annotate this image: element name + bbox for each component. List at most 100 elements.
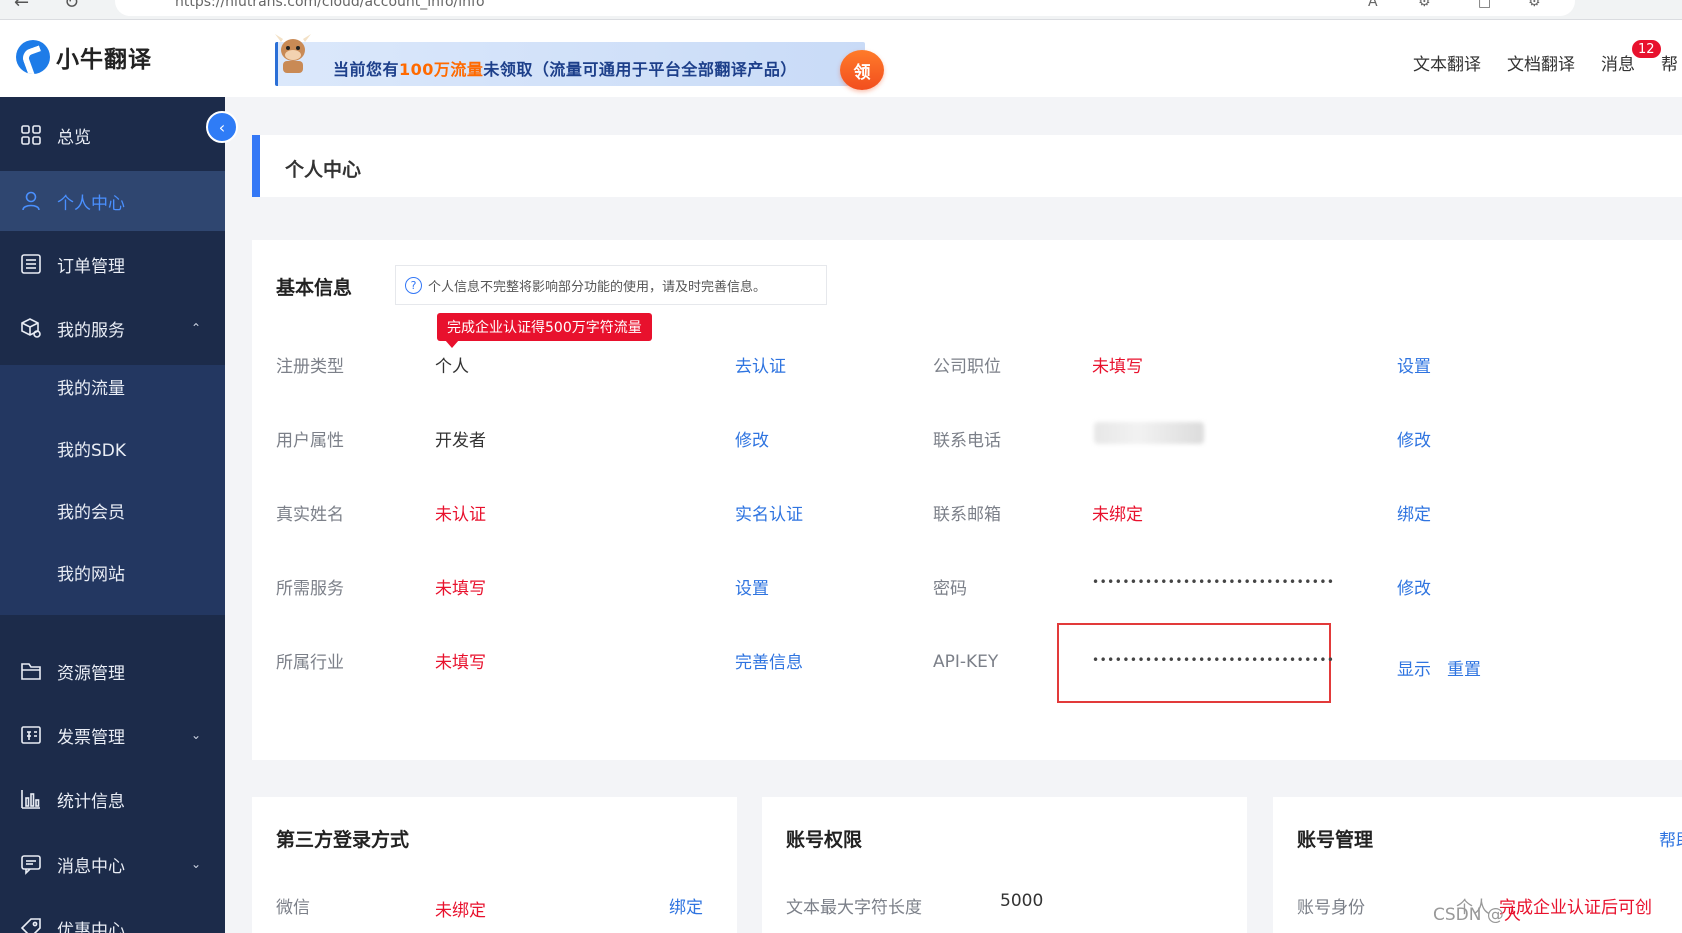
- sidebar-subitem-website[interactable]: 我的网站: [57, 560, 125, 585]
- permissions-title: 账号权限: [786, 829, 863, 851]
- company-position-value: 未填写: [1092, 357, 1143, 377]
- bar-chart-icon: [19, 787, 43, 811]
- sidebar-item-orders[interactable]: 订单管理: [0, 233, 225, 295]
- sidebar-item-label: 消息中心: [57, 856, 125, 877]
- window-icon[interactable]: □: [1478, 0, 1491, 10]
- chevron-up-icon: ⌃: [190, 321, 201, 335]
- wechat-label: 微信: [276, 898, 310, 918]
- sidebar-item-personal[interactable]: 个人中心: [0, 171, 225, 231]
- set-service-link[interactable]: 设置: [735, 574, 769, 599]
- address-bar[interactable]: https://niutrans.com/cloud/account_info/…: [115, 0, 1575, 16]
- top-header: 小牛翻译 当前您有100万流量未领取（流量可通用于平台全部翻译产品） 领 文本翻…: [0, 20, 1682, 97]
- sidebar-item-services[interactable]: 我的服务 ⌃: [0, 297, 225, 359]
- max-chars-label: 文本最大字符长度: [786, 898, 922, 918]
- reload-icon[interactable]: ↻: [64, 0, 79, 13]
- nav-help[interactable]: 帮: [1661, 50, 1678, 75]
- sidebar: 总览 个人中心 订单管理 我的服务 ⌃ 我的流量 我的SDK 我的会员 我的网站…: [0, 97, 225, 933]
- user-attribute-value: 开发者: [435, 431, 486, 451]
- services-submenu: 我的流量 我的SDK 我的会员 我的网站: [0, 365, 225, 615]
- wechat-value: 未绑定: [435, 901, 486, 921]
- logo-text: 小牛翻译: [56, 47, 152, 73]
- sidebar-subitem-member[interactable]: 我的会员: [57, 498, 125, 523]
- box-settings-icon: [19, 316, 43, 340]
- required-service-label: 所需服务: [276, 579, 344, 599]
- registration-type-label: 注册类型: [276, 357, 344, 377]
- chevron-down-icon: ⌄: [190, 857, 201, 871]
- max-chars-value: 5000: [1000, 891, 1044, 911]
- tag-icon: [19, 916, 43, 933]
- edit-password-link[interactable]: 修改: [1397, 574, 1431, 599]
- enterprise-promo-tag: 完成企业认证得500万字符流量: [437, 313, 652, 348]
- csdn-watermark: CSDN @人: [1433, 905, 1521, 925]
- logo[interactable]: 小牛翻译: [16, 40, 152, 74]
- list-icon: [19, 252, 43, 276]
- required-service-value: 未填写: [435, 579, 486, 599]
- traffic-promo-banner[interactable]: 当前您有100万流量未领取（流量可通用于平台全部翻译产品） 领: [275, 28, 885, 90]
- verify-link[interactable]: 去认证: [735, 352, 786, 377]
- basic-info-card: 基本信息 ? 个人信息不完整将影响部分功能的使用，请及时完善信息。 完成企业认证…: [252, 240, 1682, 760]
- real-name-verify-link[interactable]: 实名认证: [735, 500, 803, 525]
- grid-icon: [19, 123, 43, 147]
- sidebar-subitem-sdk[interactable]: 我的SDK: [57, 436, 126, 461]
- chevron-left-icon: ‹: [218, 117, 226, 137]
- registration-type-value: 个人: [435, 357, 469, 377]
- industry-label: 所属行业: [276, 653, 344, 673]
- sidebar-subitem-traffic[interactable]: 我的流量: [57, 374, 125, 399]
- edit-phone-link[interactable]: 修改: [1397, 426, 1431, 451]
- nav-text-translate[interactable]: 文本翻译: [1413, 50, 1481, 75]
- third-party-title: 第三方登录方式: [276, 829, 410, 851]
- api-key-value: ••••••••••••••••••••••••••••••••: [1092, 653, 1335, 667]
- phone-value-redacted: [1094, 422, 1204, 444]
- address-bar-url[interactable]: https://niutrans.com/cloud/account_info/…: [175, 0, 485, 10]
- logo-icon: [16, 40, 50, 74]
- bind-email-link[interactable]: 绑定: [1397, 500, 1431, 525]
- sidebar-item-label: 统计信息: [57, 791, 125, 812]
- message-count-badge: 12: [1630, 38, 1663, 60]
- nav-messages[interactable]: 消息: [1601, 50, 1635, 75]
- api-key-label: API-KEY: [933, 652, 999, 672]
- help-link[interactable]: 帮助: [1659, 826, 1682, 851]
- nav-doc-translate[interactable]: 文档翻译: [1507, 50, 1575, 75]
- account-permissions-card: 账号权限 文本最大字符长度 5000: [762, 797, 1247, 933]
- real-name-value: 未认证: [435, 505, 486, 525]
- sidebar-item-stats[interactable]: 统计信息: [0, 768, 225, 830]
- complete-info-link[interactable]: 完善信息: [735, 648, 803, 673]
- bind-wechat-link[interactable]: 绑定: [669, 893, 703, 918]
- sidebar-item-label: 总览: [57, 127, 91, 148]
- reset-api-key-link[interactable]: 重置: [1447, 655, 1481, 680]
- page-header: 个人中心: [252, 135, 1682, 197]
- real-name-label: 真实姓名: [276, 505, 344, 525]
- sidebar-collapse-button[interactable]: ‹: [206, 111, 238, 143]
- question-icon: ?: [405, 276, 422, 294]
- sidebar-item-invoices[interactable]: 发票管理 ⌄: [0, 704, 225, 766]
- account-identity-label: 账号身份: [1297, 898, 1365, 918]
- basic-info-title: 基本信息: [276, 277, 353, 299]
- third-party-login-card: 第三方登录方式 微信 未绑定 绑定: [252, 797, 737, 933]
- tip-text: 个人信息不完整将影响部分功能的使用，请及时完善信息。: [428, 279, 767, 295]
- edit-user-attribute-link[interactable]: 修改: [735, 426, 769, 451]
- sidebar-item-label: 订单管理: [57, 256, 125, 277]
- sidebar-item-label: 优惠中心: [57, 920, 125, 933]
- incomplete-info-tip: ? 个人信息不完整将影响部分功能的使用，请及时完善信息。: [395, 265, 827, 305]
- set-position-link[interactable]: 设置: [1397, 352, 1431, 377]
- font-size-icon[interactable]: A: [1368, 0, 1378, 10]
- sidebar-item-resources[interactable]: 资源管理: [0, 640, 225, 702]
- enterprise-note: 完成企业认证后可创: [1499, 898, 1652, 918]
- message-icon: [19, 852, 43, 876]
- claim-button[interactable]: 领: [840, 50, 884, 90]
- extension-icon[interactable]: ⚙: [1418, 0, 1431, 10]
- settings-icon[interactable]: ⚙: [1528, 0, 1541, 10]
- show-api-key-link[interactable]: 显示: [1397, 655, 1431, 680]
- password-label: 密码: [933, 579, 967, 599]
- page-title: 个人中心: [285, 159, 362, 181]
- user-icon: [19, 189, 43, 213]
- back-icon[interactable]: ←: [14, 0, 29, 13]
- banner-text: 当前您有100万流量未领取（流量可通用于平台全部翻译产品）: [333, 60, 797, 79]
- phone-label: 联系电话: [933, 431, 1001, 451]
- sidebar-item-offers[interactable]: 优惠中心: [0, 897, 225, 933]
- sidebar-item-messages[interactable]: 消息中心 ⌄: [0, 833, 225, 895]
- chevron-down-icon: ⌄: [190, 728, 201, 742]
- sidebar-item-overview[interactable]: 总览: [0, 104, 225, 166]
- sidebar-item-label: 发票管理: [57, 727, 125, 748]
- invoice-icon: [19, 723, 43, 747]
